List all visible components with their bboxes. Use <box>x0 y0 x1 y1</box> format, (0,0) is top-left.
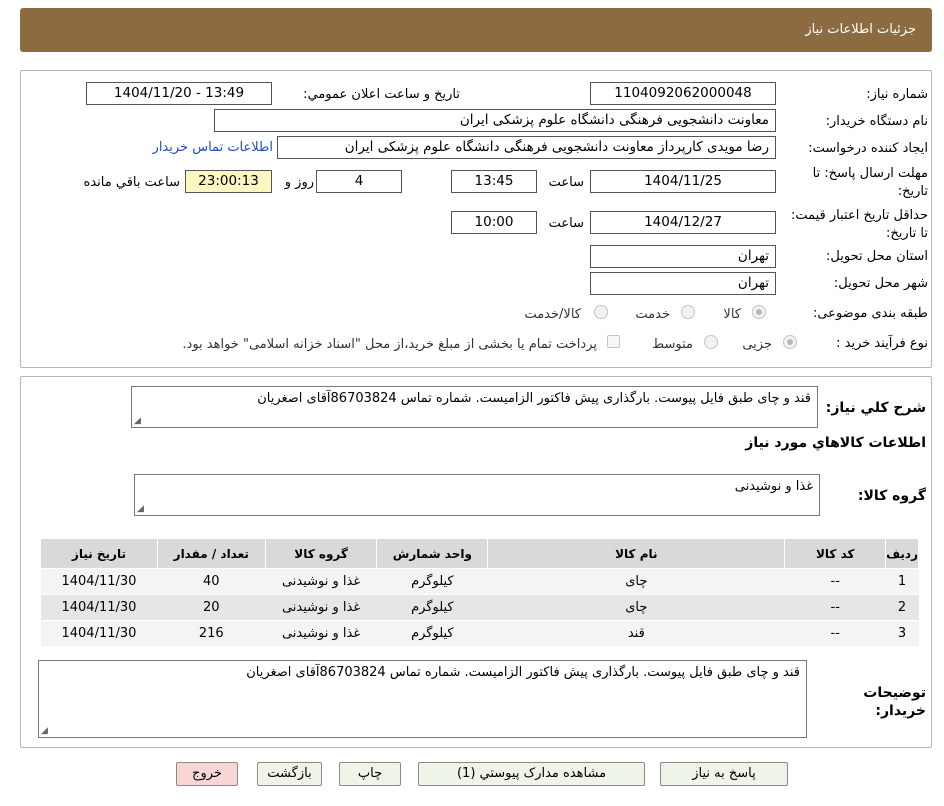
category-service-label: خدمت <box>635 307 670 322</box>
summary-textarea[interactable]: قند و چای طبق فایل پیوست. بارگذاری پیش ف… <box>131 386 818 428</box>
announce-label: تاریخ و ساعت اعلان عمومي: <box>303 87 460 102</box>
purchase-type-label: نوع فرآيند خريد : <box>836 336 928 351</box>
requester-field[interactable]: رضا مویدی کارپرداز معاونت دانشجویی فرهنگ… <box>277 136 776 159</box>
purchase-medium-radio[interactable] <box>704 335 718 349</box>
col-goods-name: نام کالا <box>487 538 786 569</box>
category-goods-label: كالا <box>723 307 741 322</box>
remaining-time-field: 23:00:13 <box>185 170 272 193</box>
category-goods-service-label: كالا/خدمت <box>524 307 581 322</box>
goods-group-text: غذا و نوشیدنی <box>734 479 813 494</box>
category-goods-service-radio[interactable] <box>594 305 608 319</box>
category-service-radio[interactable] <box>681 305 695 319</box>
goods-group-textarea[interactable]: غذا و نوشیدنی ◢ <box>134 474 820 516</box>
page-title: جزئیات اطلاعات نیاز <box>805 22 916 37</box>
province-field[interactable]: تهران <box>590 245 776 268</box>
need-number-field[interactable]: 1104092062000048 <box>590 82 776 105</box>
purchase-minor-label: جزیی <box>742 337 772 352</box>
cell-goods-name: قند <box>487 620 785 647</box>
announce-datetime-field[interactable]: 1404/11/20 - 13:49 <box>86 82 272 105</box>
goods-group-label: گروه کالا: <box>857 488 926 504</box>
cell-unit: کیلوگرم <box>376 620 488 647</box>
cell-quantity: 216 <box>157 620 266 647</box>
city-label: شهر محل تحويل: <box>833 276 928 291</box>
page-header: جزئیات اطلاعات نیاز <box>20 8 932 52</box>
goods-info-title: اطلاعات کالاهاي مورد نياز <box>745 435 926 451</box>
days-label: روز و <box>284 175 314 190</box>
validity-time-label: ساعت <box>548 216 584 231</box>
validity-date-field[interactable]: 1404/12/27 <box>590 211 776 234</box>
cell-quantity: 40 <box>157 568 266 595</box>
cell-row-number: 2 <box>885 594 919 621</box>
goods-table: رديف کد کالا نام کالا واحد شمارش گروه کا… <box>40 538 919 647</box>
reply-time-field[interactable]: 13:45 <box>451 170 537 193</box>
goods-table-header-row: رديف کد کالا نام کالا واحد شمارش گروه کا… <box>40 538 919 569</box>
cell-goods-group: غذا و نوشیدنی <box>265 594 377 621</box>
requester-label: ايجاد كننده درخواست: <box>808 141 928 156</box>
table-row[interactable]: 3 -- قند کیلوگرم غذا و نوشیدنی 216 1404/… <box>40 620 919 647</box>
validity-time-field[interactable]: 10:00 <box>451 211 537 234</box>
purchase-medium-label: متوسط <box>652 337 693 352</box>
buyer-notes-textarea[interactable]: قند و چای طبق فایل پیوست. بارگذاری پیش ف… <box>38 660 807 738</box>
buyer-notes-text: قند و چای طبق فایل پیوست. بارگذاری پیش ف… <box>246 665 800 680</box>
col-goods-group: گروه کالا <box>264 538 378 569</box>
table-row[interactable]: 1 -- چای کیلوگرم غذا و نوشیدنی 40 1404/1… <box>40 568 919 595</box>
need-number-label: شماره نیاز: <box>866 87 928 102</box>
exit-button[interactable]: خروج <box>176 762 238 786</box>
view-attachments-button[interactable]: مشاهده مدارک پيوستي (1) <box>418 762 645 786</box>
reply-deadline-label: مهلت ارسال پاسخ: تا تاريخ: <box>812 166 928 199</box>
cell-row-number: 1 <box>885 568 919 595</box>
cell-goods-name: چای <box>487 568 785 595</box>
cell-row-number: 3 <box>885 620 919 647</box>
category-goods-radio[interactable] <box>752 305 766 319</box>
province-label: استان محل تحويل: <box>826 249 928 264</box>
cell-unit: کیلوگرم <box>376 594 488 621</box>
reply-button[interactable]: پاسخ به نياز <box>660 762 788 786</box>
treasury-note: پرداخت تمام يا بخشی از مبلغ خريد،از محل … <box>182 337 597 352</box>
back-button[interactable]: بازگشت <box>257 762 322 786</box>
buyer-org-field[interactable]: معاونت دانشجویی فرهنگی دانشگاه علوم پزشک… <box>214 109 776 132</box>
col-row-number: رديف <box>885 538 919 569</box>
summary-label: شرح کلي نياز: <box>825 400 926 416</box>
resize-grip-icon[interactable]: ◢ <box>137 504 144 514</box>
resize-grip-icon[interactable]: ◢ <box>134 416 141 426</box>
col-need-date: تاريخ نياز <box>40 538 158 569</box>
cell-need-date: 1404/11/30 <box>40 568 158 595</box>
cell-unit: کیلوگرم <box>376 568 488 595</box>
cell-goods-group: غذا و نوشیدنی <box>265 620 377 647</box>
validity-label: حداقل تاريخ اعتبار قيمت: تا تاريخ: <box>790 208 928 241</box>
cell-need-date: 1404/11/30 <box>40 594 158 621</box>
cell-need-date: 1404/11/30 <box>40 620 158 647</box>
summary-text: قند و چای طبق فایل پیوست. بارگذاری پیش ف… <box>257 391 811 406</box>
treasury-checkbox[interactable] <box>607 335 620 348</box>
purchase-minor-radio[interactable] <box>783 335 797 349</box>
cell-quantity: 20 <box>157 594 266 621</box>
remaining-label: ساعت باقي مانده <box>83 175 180 190</box>
buyer-org-label: نام دستگاه خريدار: <box>825 114 928 129</box>
reply-date-field[interactable]: 1404/11/25 <box>590 170 776 193</box>
category-label: طبقه بندی موضوعی: <box>812 306 928 321</box>
cell-goods-name: چای <box>487 594 785 621</box>
cell-goods-code: -- <box>784 620 886 647</box>
col-unit: واحد شمارش <box>376 538 489 569</box>
resize-grip-icon[interactable]: ◢ <box>41 726 48 736</box>
buyer-contact-link[interactable]: اطلاعات تماس خريدار <box>153 140 273 155</box>
col-goods-code: کد کالا <box>784 538 887 569</box>
city-field[interactable]: تهران <box>590 272 776 295</box>
cell-goods-code: -- <box>784 568 886 595</box>
cell-goods-group: غذا و نوشیدنی <box>265 568 377 595</box>
days-field[interactable]: 4 <box>316 170 402 193</box>
buyer-notes-label: توضيحات خريدار: <box>863 685 926 719</box>
reply-time-label: ساعت <box>548 175 584 190</box>
col-quantity: تعداد / مقدار <box>156 538 266 569</box>
table-row[interactable]: 2 -- چای کیلوگرم غذا و نوشیدنی 20 1404/1… <box>40 594 919 621</box>
cell-goods-code: -- <box>784 594 886 621</box>
print-button[interactable]: چاپ <box>339 762 401 786</box>
